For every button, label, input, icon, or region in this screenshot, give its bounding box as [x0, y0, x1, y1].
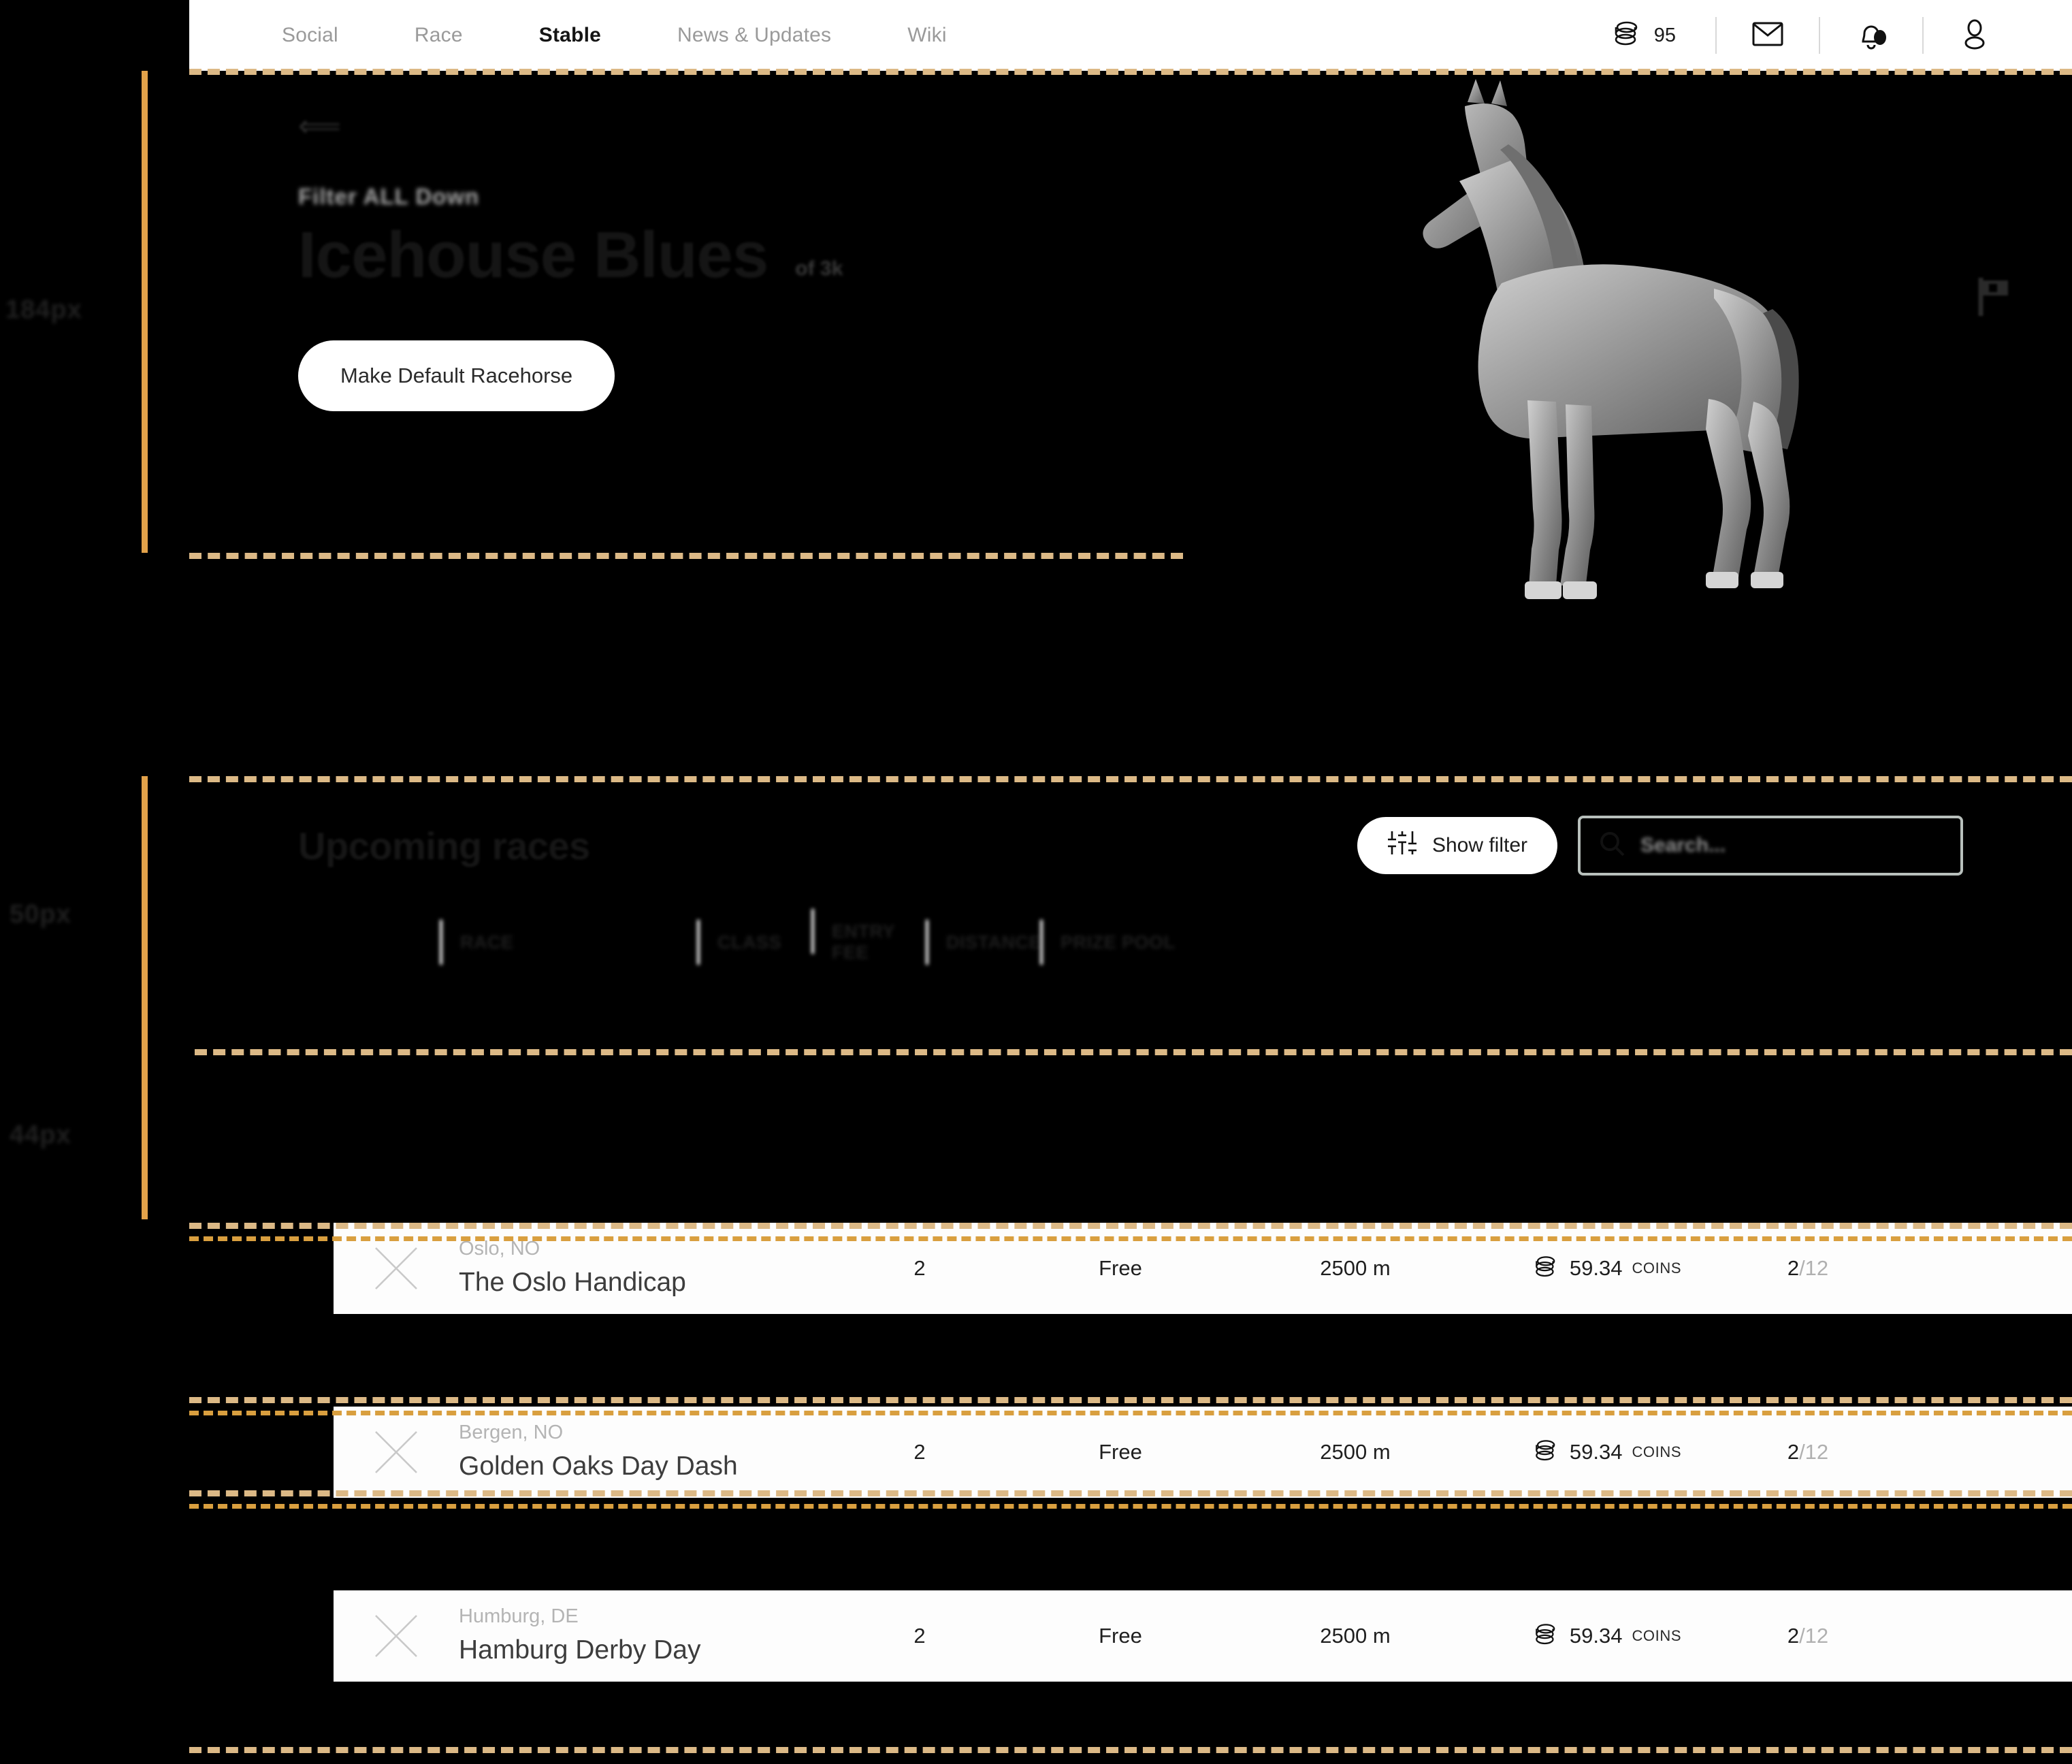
races-table-header: RACE CLASS ENTRY FEE DISTANCE PRIZE POOL: [440, 909, 2004, 969]
race-class: 2: [913, 1440, 926, 1464]
race-class: 2: [913, 1256, 926, 1280]
prize-amount: 59.34: [1569, 1624, 1623, 1648]
hero-subtitle: Filter ALL Down: [298, 184, 480, 209]
close-icon[interactable]: [334, 1242, 459, 1294]
notification-dot: [1874, 30, 1886, 45]
slots-total: /12: [1799, 1440, 1829, 1464]
races-table-body: Oslo, NO The Oslo Handicap 2 Free 2500 m…: [334, 1223, 2072, 1764]
measure-bar-row: [142, 1049, 148, 1219]
bell-icon: [1856, 20, 1886, 51]
flag-icon[interactable]: [1975, 275, 2015, 322]
measure-label-section: 50px: [10, 900, 71, 929]
coin-balance-value: 95: [1653, 24, 1676, 46]
page-title: Icehouse Blues: [298, 219, 768, 291]
prize-unit: COINS: [1632, 1443, 1682, 1460]
slots-filled: 2: [1787, 1624, 1800, 1648]
race-city: Humburg, DE: [459, 1605, 579, 1628]
race-prize-pool: 59.34 COINS: [1474, 1254, 1740, 1283]
nav-item-stable[interactable]: Stable: [501, 24, 639, 47]
race-name: The Oslo Handicap: [459, 1268, 686, 1298]
nav-links: Social Race Stable News & Updates Wiki: [244, 24, 985, 47]
slots-total: /12: [1799, 1256, 1829, 1280]
nav-item-wiki[interactable]: Wiki: [869, 24, 984, 47]
slots-total: /12: [1799, 1624, 1829, 1648]
search-icon: [1598, 831, 1625, 861]
race-distance: 2500 m: [1320, 1440, 1391, 1464]
races-controls: Show filter Search...: [1357, 816, 1963, 876]
table-row[interactable]: Humburg, DE Hamburg Derby Day 2 Free 250…: [334, 1590, 2072, 1682]
coins-icon: [1533, 1622, 1560, 1651]
race-name: Golden Oaks Day Dash: [459, 1452, 738, 1481]
race-name: Hamburg Derby Day: [459, 1635, 701, 1665]
race-prize-pool: 59.34 COINS: [1474, 1438, 1740, 1467]
race-entry-fee: Free: [1099, 1440, 1142, 1464]
sliders-icon: [1387, 829, 1417, 862]
slots-filled: 2: [1787, 1256, 1800, 1280]
prize-amount: 59.34: [1569, 1256, 1623, 1280]
coins-icon: [1533, 1438, 1560, 1467]
profile-button[interactable]: [1924, 0, 2026, 71]
top-navigation-bar: Social Race Stable News & Updates Wiki 9…: [189, 0, 2072, 71]
coins-icon: [1612, 19, 1643, 52]
show-filter-button[interactable]: Show filter: [1357, 817, 1557, 874]
race-info: Bergen, NO Golden Oaks Day Dash: [459, 1420, 835, 1485]
measure-bar-section: [142, 776, 148, 1052]
race-city: Oslo, NO: [459, 1238, 540, 1260]
measure-bar-hero: [142, 71, 148, 553]
race-prize-pool: 59.34 COINS: [1474, 1622, 1740, 1651]
race-city: Bergen, NO: [459, 1422, 564, 1444]
notifications-button[interactable]: [1820, 0, 1922, 71]
coins-icon: [1533, 1254, 1560, 1283]
page-root: Social Race Stable News & Updates Wiki 9…: [0, 0, 2072, 1764]
column-header-race: RACE: [440, 919, 697, 965]
close-icon[interactable]: [334, 1426, 459, 1478]
column-header-entry-fee: ENTRY FEE: [811, 909, 926, 963]
nav-right-actions: 95: [1612, 0, 2072, 71]
nav-item-social[interactable]: Social: [244, 24, 376, 47]
coin-balance[interactable]: 95: [1612, 19, 1715, 52]
column-header-class: CLASS: [697, 919, 811, 965]
show-filter-label: Show filter: [1431, 834, 1527, 856]
horse-hero-panel: ⟸ Filter ALL Down Icehouse Blues of 3k M…: [189, 71, 2072, 779]
race-distance: 2500 m: [1320, 1624, 1391, 1648]
race-distance: 2500 m: [1320, 1256, 1391, 1280]
race-info: Humburg, DE Hamburg Derby Day: [459, 1603, 835, 1669]
races-header: Upcoming races Show filter Search...: [298, 816, 1963, 876]
page-title-tag: of 3k: [795, 257, 843, 280]
close-icon[interactable]: [334, 1610, 459, 1662]
mail-button[interactable]: [1717, 0, 1819, 71]
make-default-racehorse-button[interactable]: Make Default Racehorse: [298, 340, 615, 411]
table-row[interactable]: Oslo, NO The Oslo Handicap 2 Free 2500 m…: [334, 1223, 2072, 1314]
column-header-distance: DISTANCE: [926, 919, 1041, 965]
race-slots: 2/12: [1740, 1440, 1876, 1464]
prize-unit: COINS: [1632, 1260, 1682, 1277]
column-header-prize-pool: PRIZE POOL: [1040, 919, 1176, 965]
race-entry-fee: Free: [1099, 1256, 1142, 1280]
profile-icon: [1960, 18, 1989, 53]
upcoming-races-section: Upcoming races Show filter Search... RAC…: [189, 779, 2072, 1764]
section-title: Upcoming races: [298, 824, 590, 867]
table-row[interactable]: Bergen, NO Golden Oaks Day Dash 2 Free 2…: [334, 1407, 2072, 1498]
nav-item-news-updates[interactable]: News & Updates: [639, 24, 869, 47]
prize-amount: 59.34: [1569, 1440, 1623, 1464]
hero-title-row: Icehouse Blues of 3k: [298, 218, 843, 293]
mail-icon: [1752, 20, 1783, 51]
race-class: 2: [913, 1624, 926, 1648]
measure-label-hero: 184px: [5, 295, 82, 324]
race-entry-fee: Free: [1099, 1624, 1142, 1648]
race-slots: 2/12: [1740, 1624, 1876, 1648]
prize-unit: COINS: [1632, 1627, 1682, 1644]
horse-illustration: [1394, 79, 1871, 644]
hero-content: ⟸ Filter ALL Down Icehouse Blues of 3k M…: [298, 112, 843, 411]
search-placeholder: Search...: [1640, 834, 1726, 856]
race-slots: 2/12: [1740, 1256, 1876, 1281]
race-info: Oslo, NO The Oslo Handicap: [459, 1236, 835, 1301]
slots-filled: 2: [1787, 1440, 1800, 1464]
search-input[interactable]: Search...: [1578, 816, 1963, 876]
measure-label-row: 44px: [10, 1121, 71, 1149]
back-arrow-icon[interactable]: ⟸: [298, 112, 843, 142]
nav-item-race[interactable]: Race: [376, 24, 501, 47]
